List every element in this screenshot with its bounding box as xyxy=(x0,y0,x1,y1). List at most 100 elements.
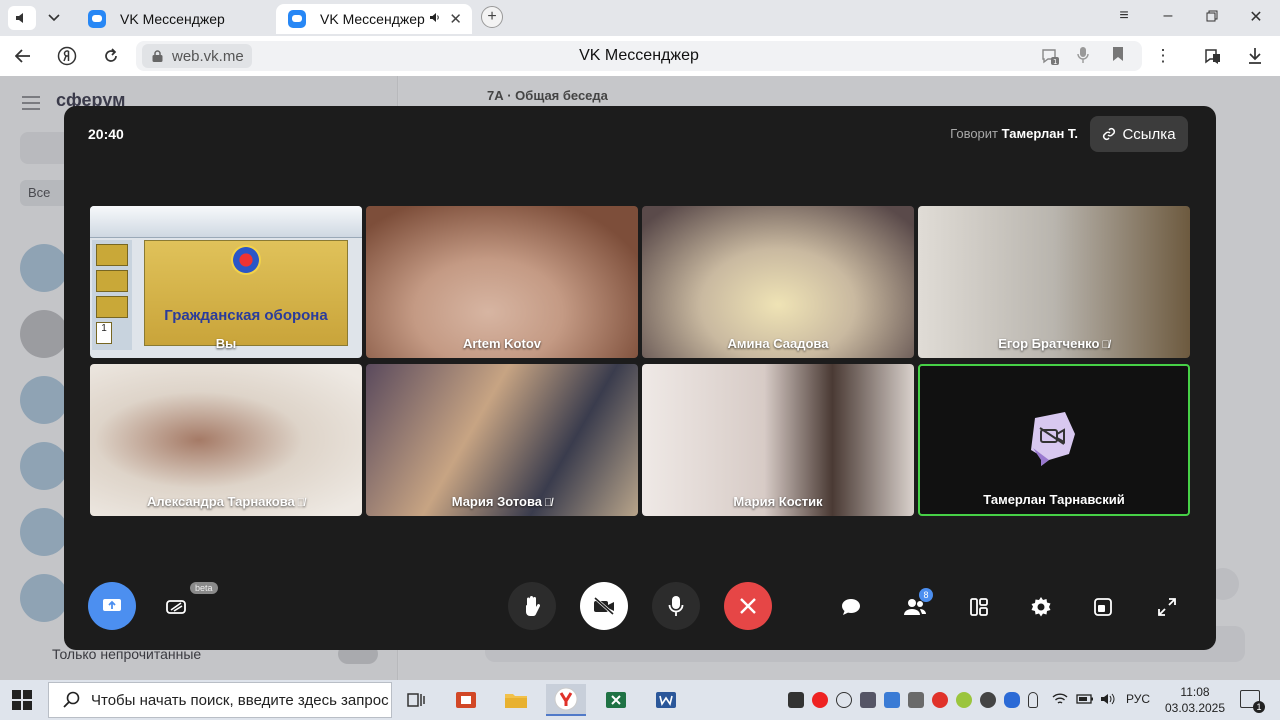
windows-start-icon[interactable] xyxy=(12,690,32,710)
participant-label: Александра Тарнакова 🎙̸ xyxy=(90,494,362,509)
end-call-button[interactable] xyxy=(724,582,772,630)
download-icon[interactable] xyxy=(1242,44,1268,68)
microphone-icon[interactable] xyxy=(1076,46,1090,68)
settings-button[interactable] xyxy=(1028,594,1054,620)
word-app-icon[interactable] xyxy=(646,684,686,716)
back-arrow-icon[interactable] xyxy=(10,44,36,68)
powerpoint-app-icon[interactable] xyxy=(446,684,486,716)
yandex-logo-icon[interactable] xyxy=(54,44,80,68)
raise-hand-button[interactable] xyxy=(508,582,556,630)
microphone-tray-icon[interactable] xyxy=(1028,692,1038,708)
participant-name: Мария Костик xyxy=(733,494,823,509)
screen-share-button[interactable] xyxy=(88,582,136,630)
slide-thumbnail xyxy=(96,270,128,292)
vk-favicon-icon xyxy=(288,10,306,28)
link-button-label: Ссылка xyxy=(1122,125,1176,143)
participant-tile[interactable]: Artem Kotov xyxy=(366,206,638,358)
taskbar-clock[interactable]: 11:08 03.03.2025 xyxy=(1160,684,1230,716)
tray-app-icon[interactable] xyxy=(908,692,924,708)
input-language[interactable]: РУС xyxy=(1126,692,1150,706)
browser-tab-active[interactable]: VK Мессенджер ✕ xyxy=(276,4,472,34)
effects-icon xyxy=(166,600,186,614)
tab-sound-icon[interactable] xyxy=(8,6,36,30)
participant-tile-screen-share[interactable]: 1 Гражданская оборона Вы xyxy=(90,206,362,358)
tray-app-icon[interactable] xyxy=(956,692,972,708)
browser-tab-inactive[interactable]: VK Мессенджер xyxy=(76,4,272,34)
wifi-icon[interactable] xyxy=(1052,692,1068,708)
more-vertical-icon[interactable]: ⋮ xyxy=(1150,44,1176,68)
yandex-tray-icon[interactable] xyxy=(932,692,948,708)
yandex-browser-taskbar-icon[interactable] xyxy=(546,684,586,716)
tray-app-icon[interactable] xyxy=(860,692,876,708)
camera-toggle-button[interactable] xyxy=(580,582,628,630)
expand-icon xyxy=(1158,598,1176,616)
microphone-button[interactable] xyxy=(652,582,700,630)
tab-title: VK Мессенджер xyxy=(120,11,225,27)
menu-icon[interactable] xyxy=(22,96,40,98)
participant-tile[interactable]: Александра Тарнакова 🎙̸ xyxy=(90,364,362,516)
bookmark-icon[interactable] xyxy=(1112,46,1124,66)
notifications-icon[interactable]: 1 xyxy=(1240,690,1265,713)
participant-tile[interactable]: Мария Костик xyxy=(642,364,914,516)
opera-tray-icon[interactable] xyxy=(812,692,828,708)
chat-button[interactable] xyxy=(838,594,864,620)
volume-icon[interactable] xyxy=(1100,692,1116,708)
taskbar-search-input[interactable]: Чтобы начать поиск, введите здесь запрос xyxy=(48,682,392,718)
screen-share-icon xyxy=(103,599,121,611)
tray-app-icon[interactable] xyxy=(788,692,804,708)
tray-app-icon[interactable] xyxy=(980,692,996,708)
extensions-icon[interactable]: 1 xyxy=(1040,46,1060,70)
chevron-down-icon[interactable] xyxy=(40,6,68,30)
call-link-button[interactable]: Ссылка xyxy=(1090,116,1188,152)
svg-text:1: 1 xyxy=(1053,58,1057,66)
participant-name: Амина Саадова xyxy=(727,336,829,351)
chat-avatar[interactable] xyxy=(20,376,68,424)
page-title: VK Мессенджер xyxy=(579,47,699,64)
chat-avatar[interactable] xyxy=(20,508,68,556)
close-window-icon[interactable]: ✕ xyxy=(1236,7,1276,27)
chat-avatar[interactable] xyxy=(20,574,68,622)
new-tab-button[interactable]: + xyxy=(481,6,503,28)
speaking-indicator: Говорит Тамерлан Т. xyxy=(950,126,1078,141)
current-slide: Гражданская оборона xyxy=(144,240,348,346)
vk-favicon-icon xyxy=(88,10,106,28)
layout-button[interactable] xyxy=(966,594,992,620)
beta-badge: beta xyxy=(190,582,218,594)
participant-tile[interactable]: Егор Братченко 🎙̸ xyxy=(918,206,1190,358)
tab-audio-icon[interactable] xyxy=(429,12,441,26)
menu-lines-icon[interactable]: ≡ xyxy=(1104,7,1144,25)
restore-icon[interactable] xyxy=(1192,7,1232,27)
participant-name: Тамерлан Тарнавский xyxy=(983,492,1125,507)
chat-avatar[interactable] xyxy=(20,442,68,490)
camera-off-icon xyxy=(594,597,614,615)
tray-globe-icon[interactable] xyxy=(836,692,852,708)
search-icon xyxy=(63,691,80,708)
reload-icon[interactable] xyxy=(98,44,124,68)
chat-avatar[interactable] xyxy=(20,310,68,358)
close-tab-icon[interactable]: ✕ xyxy=(449,10,462,28)
link-icon xyxy=(1103,127,1116,141)
chat-bubble-icon xyxy=(842,599,860,615)
collections-icon[interactable] xyxy=(1200,44,1226,68)
microphone-icon xyxy=(668,596,684,616)
participant-name: Artem Kotov xyxy=(462,336,541,351)
gear-icon xyxy=(1031,597,1051,617)
file-explorer-icon[interactable] xyxy=(496,684,536,716)
mic-off-icon: 🎙̸ xyxy=(1101,339,1110,351)
tray-app-icon[interactable] xyxy=(884,692,900,708)
participant-tile[interactable]: Мария Зотова 🎙̸ xyxy=(366,364,638,516)
participant-tile[interactable]: Амина Саадова xyxy=(642,206,914,358)
excel-app-icon[interactable] xyxy=(596,684,636,716)
minimize-call-button[interactable] xyxy=(1090,594,1116,620)
chat-avatar[interactable] xyxy=(20,244,68,292)
camera-off-avatar-icon xyxy=(1031,412,1075,466)
minimize-icon[interactable]: – xyxy=(1148,7,1188,25)
battery-icon[interactable] xyxy=(1076,692,1093,708)
task-view-icon[interactable] xyxy=(396,684,436,716)
speaking-name: Тамерлан Т. xyxy=(1001,126,1078,141)
browser-tab-bar: VK Мессенджер VK Мессенджер ✕ + ≡ – ✕ xyxy=(0,0,1280,36)
participant-tile-speaking[interactable]: Тамерлан Тарнавский xyxy=(918,364,1190,516)
fullscreen-button[interactable] xyxy=(1154,594,1180,620)
url-box[interactable]: web.vk.me VK Мессенджер 1 xyxy=(136,41,1142,71)
bluetooth-icon[interactable] xyxy=(1004,692,1020,708)
